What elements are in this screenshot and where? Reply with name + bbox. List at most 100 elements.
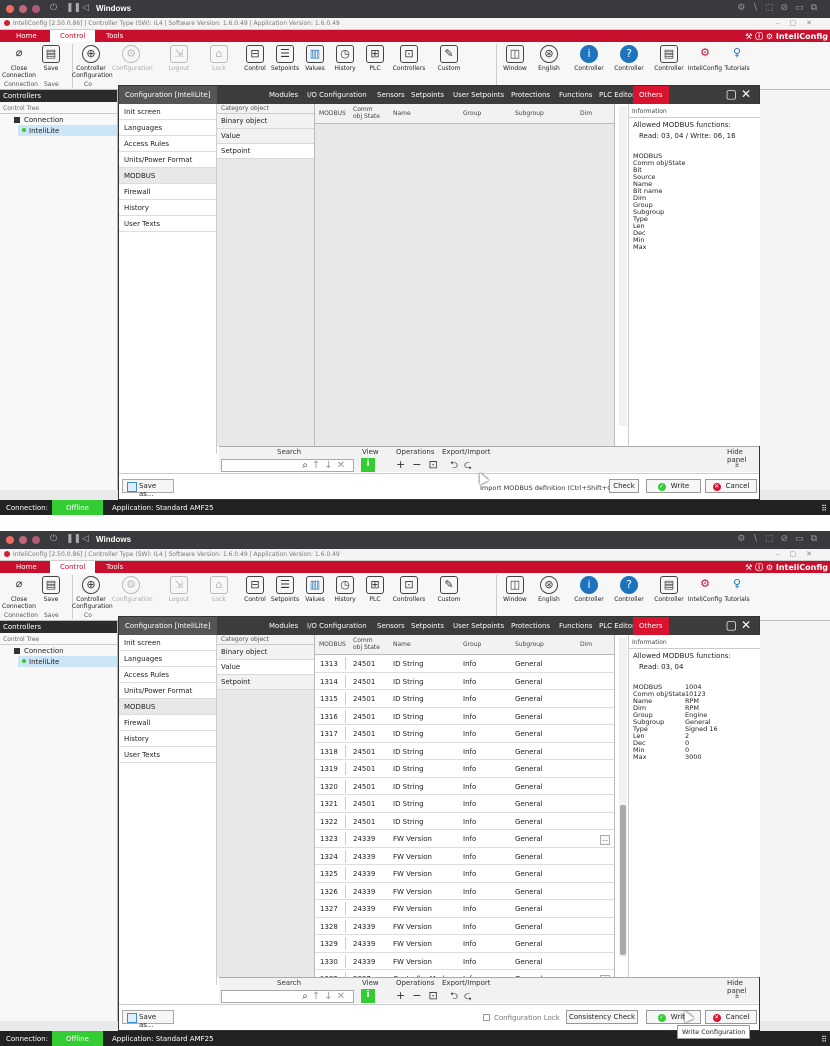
cell-modbus[interactable]: 1328 [318,919,346,933]
save-button[interactable]: ▤ Save [32,45,70,72]
export-icon[interactable]: ⮌ [450,991,464,1002]
col-comm-obj[interactable]: Comm obj State [353,637,381,651]
minimize-window-dot[interactable] [19,5,27,13]
view-info-button[interactable]: i [361,989,375,1003]
category-history[interactable]: History [119,200,216,216]
tab-functions[interactable]: Functions [559,622,592,630]
configuration-button[interactable]: ⚙ Configuration [112,45,153,72]
maximize-icon[interactable]: ▢ [726,618,741,632]
pause-icon[interactable]: ❚❚ [66,534,81,544]
sub-value[interactable]: Value [217,660,314,675]
consistency-check-button[interactable]: Consistency Check [566,1010,638,1024]
edit-icon[interactable]: ⊡ [428,989,444,1002]
controller-info-button[interactable]: i Controller [570,576,608,603]
search-next-icon[interactable]: ↓ [324,460,336,471]
cell-modbus[interactable]: 1321 [318,797,346,810]
category-languages[interactable]: Languages [119,120,216,136]
scrollbar-thumb[interactable] [620,805,626,955]
minimize-window-dot[interactable] [19,536,27,544]
tree-node-device[interactable]: InteliLite [18,656,117,667]
col-subgroup[interactable]: Subgroup [515,641,544,648]
hide-panel-icon[interactable]: ⤓ [735,459,739,469]
config-lock-checkbox[interactable]: Configuration Lock [483,1014,560,1022]
tab-others[interactable]: Others [633,86,669,104]
sub-setpoint[interactable]: Setpoint [217,675,314,690]
search-prev-icon[interactable]: ↑ [312,460,324,471]
tab-setpoints[interactable]: Setpoints [411,91,444,99]
pause-icon[interactable]: ❚❚ [66,3,81,13]
save-as-button[interactable]: Save as... [122,1010,174,1029]
tab-setpoints[interactable]: Setpoints [411,622,444,630]
search-input[interactable]: ⌕↑↓✕ [221,459,354,472]
table-row[interactable]: 1322 24501 ID String Info General [315,812,614,830]
controller-help-button[interactable]: ? Controller [610,576,648,603]
tab-modules[interactable]: Modules [269,622,298,630]
add-icon[interactable]: + [396,458,412,471]
table-row[interactable]: 1320 24501 ID String Info General [315,777,614,795]
mac-toolbar-icons[interactable]: ⚙∖⬚⊘▭⧉ [737,534,824,544]
cell-modbus[interactable]: 1323 [318,832,346,845]
save-button[interactable]: ▤ Save [32,576,70,603]
table-row[interactable]: 1330 24339 FW Version Info General [315,952,614,970]
table-row[interactable]: 1328 24339 FW Version Info General [315,917,614,935]
category-init-screen[interactable]: Init screen [119,635,216,651]
tab-protections[interactable]: Protections [511,91,550,99]
controller-help-button[interactable]: ? Controller [610,45,648,72]
tab-home[interactable]: Home [16,563,37,571]
tutorials-button[interactable]: ♀ Tutorials [718,45,756,72]
edit-icon[interactable]: ⊡ [428,458,444,471]
tab-plc-editor[interactable]: PLC Editor [599,622,635,630]
window-controls[interactable]: –▢✕ [776,19,822,27]
grid-scrollbar[interactable] [619,637,627,957]
zoom-window-dot[interactable] [32,536,40,544]
window-button[interactable]: ◫ Window [496,45,534,72]
cancel-button[interactable]: ✕ Cancel [705,479,757,493]
table-row[interactable]: 1318 24501 ID String Info General [315,742,614,760]
dialog-window-controls[interactable]: ▢✕ [726,618,755,632]
lock-button[interactable]: ⌂ Lock [200,576,238,603]
close-window-dot[interactable] [6,536,14,544]
cell-modbus[interactable]: 1314 [318,674,346,688]
category-units-power-format[interactable]: Units/Power Format [119,152,216,168]
col-group[interactable]: Group [463,110,481,117]
cancel-button[interactable]: ✕ Cancel [705,1010,757,1024]
table-row[interactable]: 1325 24339 FW Version Info General [315,865,614,883]
close-icon[interactable]: ✕ [741,87,755,101]
remove-icon[interactable]: − [412,989,428,1002]
category-modbus[interactable]: MODBUS [119,168,216,184]
power-icon[interactable]: ⏻ [50,534,57,544]
category-modbus[interactable]: MODBUS [119,699,216,715]
cell-modbus[interactable]: 1322 [318,814,346,828]
tab-modules[interactable]: Modules [269,91,298,99]
table-row[interactable]: 1313 24501 ID String Info General [315,655,614,673]
tab-others[interactable]: Others [633,617,669,635]
search-icon[interactable]: ⌕ [302,991,312,1002]
power-icon[interactable]: ⏻ [50,3,57,13]
window-controls[interactable]: –▢✕ [776,550,822,558]
category-firewall[interactable]: Firewall [119,715,216,731]
category-history[interactable]: History [119,731,216,747]
controller-doc-button[interactable]: ▤ Controller [650,45,688,72]
search-clear-icon[interactable]: ✕ [337,991,349,1002]
tree-node-device[interactable]: InteliLite [18,125,117,136]
cell-modbus[interactable]: 1329 [318,937,346,950]
window-button[interactable]: ◫ Window [496,576,534,603]
category-units-power-format[interactable]: Units/Power Format [119,683,216,699]
col-modbus[interactable]: MODBUS [319,641,346,648]
tutorials-button[interactable]: ♀ Tutorials [718,576,756,603]
save-as-button[interactable]: Save as... [122,479,174,498]
category-init-screen[interactable]: Init screen [119,104,216,120]
close-icon[interactable]: ✕ [741,618,755,632]
zoom-window-dot[interactable] [32,5,40,13]
tab-functions[interactable]: Functions [559,91,592,99]
custom-button[interactable]: ✎ Custom [430,45,468,72]
cell-modbus[interactable]: 1327 [318,902,346,915]
category-access-rules[interactable]: Access Rules [119,136,216,152]
cell-modbus[interactable]: 1320 [318,779,346,793]
table-row[interactable]: 1317 24501 ID String Info General [315,725,614,743]
category-firewall[interactable]: Firewall [119,184,216,200]
tab-protections[interactable]: Protections [511,622,550,630]
wrench-icon[interactable]: ⚒ [745,563,752,572]
back-icon[interactable]: ◁ [82,3,89,13]
grid-scrollbar[interactable] [619,106,627,426]
